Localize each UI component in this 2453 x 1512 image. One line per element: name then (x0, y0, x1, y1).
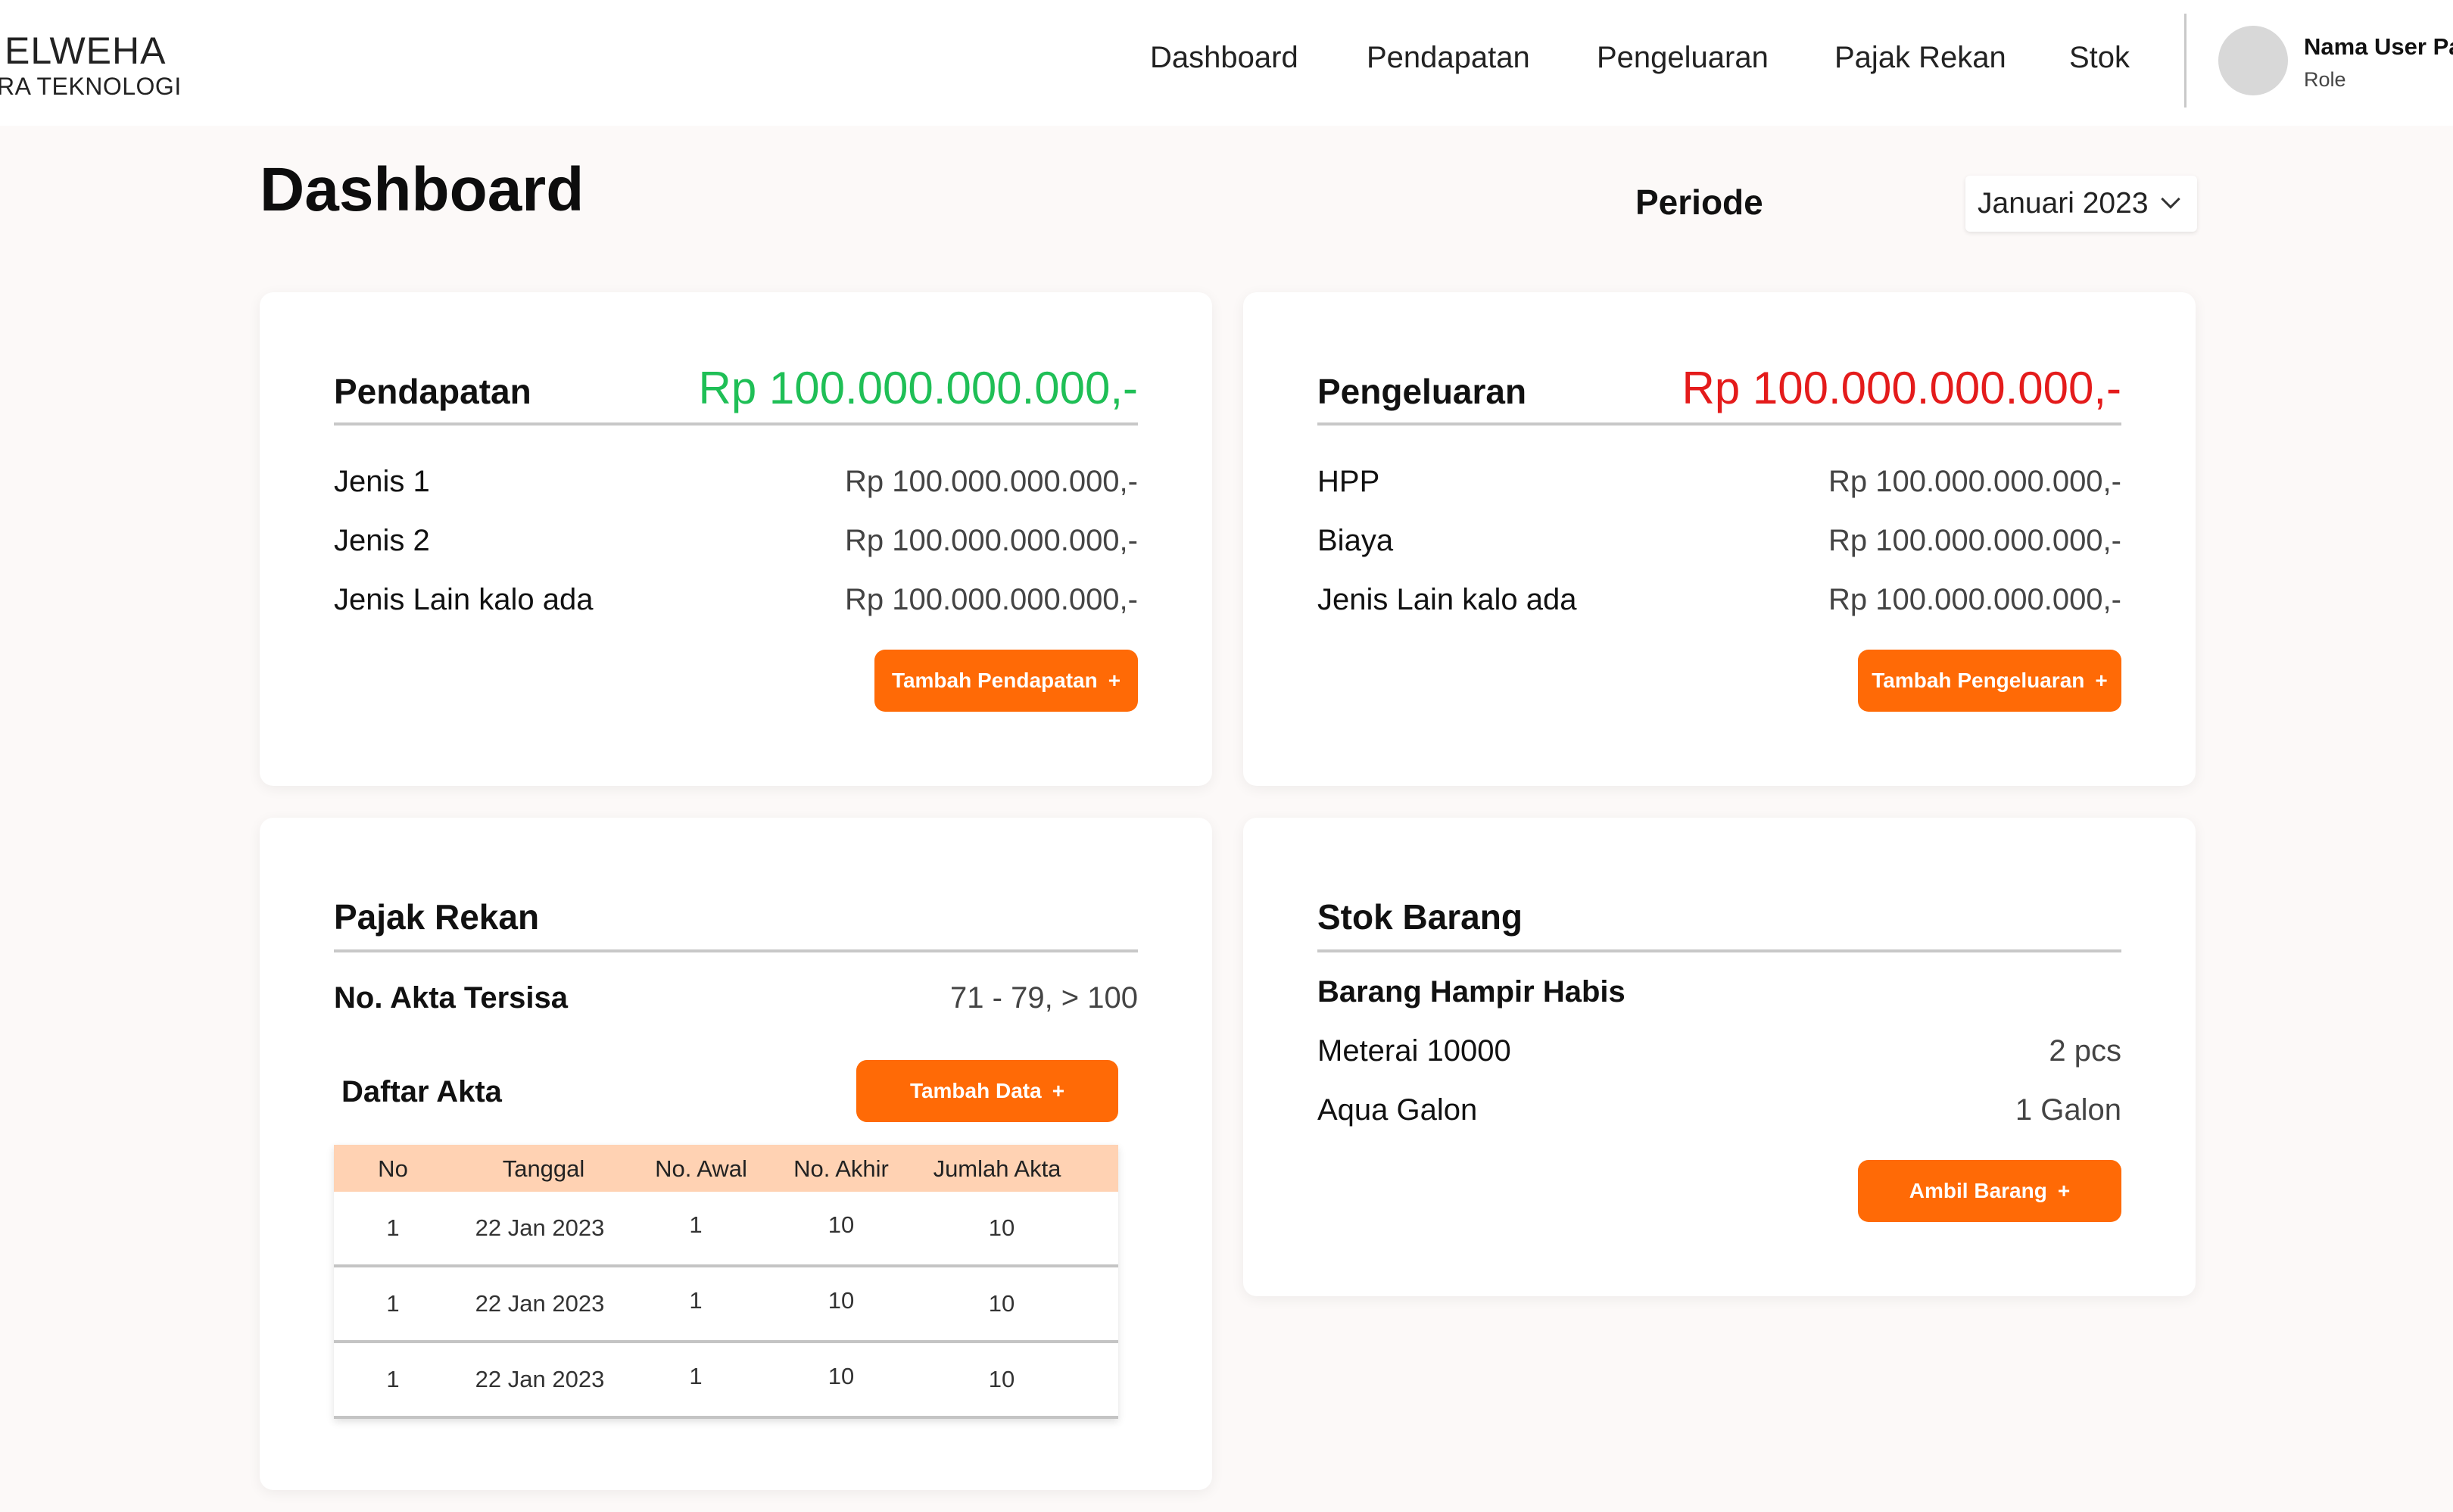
brand-name: ELWEHA (5, 30, 167, 72)
table-cell: 10 (828, 1287, 855, 1314)
pendapatan-header: Pendapatan Rp 100.000.000.000,- (334, 363, 1138, 426)
table-cell: 1 (689, 1363, 703, 1389)
table-cell: 22 Jan 2023 (475, 1214, 605, 1241)
table-cell: 1 (386, 1290, 400, 1317)
daftar-akta-title: Daftar Akta (341, 1075, 502, 1108)
stok-row: Meterai 10000 2 pcs (1317, 1034, 2121, 1080)
row-label: Jenis Lain kalo ada (1317, 583, 1577, 616)
row-label: Aqua Galon (1317, 1093, 1478, 1127)
nav-item-stok[interactable]: Stok (2069, 41, 2130, 75)
table-cell: 22 Jan 2023 (475, 1290, 605, 1317)
column-header: No. Awal (655, 1155, 747, 1182)
pendapatan-row: Jenis 2 Rp 100.000.000.000,- (334, 524, 1138, 569)
table-cell: 10 (988, 1290, 1015, 1317)
button-label: Tambah Pendapatan (891, 669, 1098, 692)
button-label: Ambil Barang (1909, 1179, 2047, 1202)
page-title: Dashboard (260, 155, 584, 224)
row-value: Rp 100.000.000.000,- (1828, 465, 2121, 498)
table-cell: 10 (988, 1214, 1015, 1241)
akta-tersisa-row: No. Akta Tersisa 71 - 79, > 100 (334, 981, 1138, 1027)
button-label: Tambah Pengeluaran (1872, 669, 2085, 692)
pendapatan-card: Pendapatan Rp 100.000.000.000,- Jenis 1 … (260, 292, 1212, 786)
daftar-akta-table: No Tanggal No. Awal No. Akhir Jumlah Akt… (334, 1145, 1118, 1419)
pendapatan-title: Pendapatan (334, 372, 531, 411)
row-label: Jenis 2 (334, 524, 430, 557)
pajak-rekan-card: Pajak Rekan No. Akta Tersisa 71 - 79, > … (260, 818, 1212, 1490)
pengeluaran-title: Pengeluaran (1317, 372, 1527, 411)
avatar[interactable] (2218, 26, 2288, 95)
table-row[interactable]: 1 22 Jan 2023 1 10 10 (334, 1192, 1118, 1267)
stok-row: Aqua Galon 1 Galon (1317, 1093, 2121, 1139)
column-header: Tanggal (502, 1155, 585, 1182)
nav-divider (2184, 14, 2187, 108)
table-cell: 10 (828, 1363, 855, 1389)
plus-icon: + (1108, 669, 1121, 692)
user-name[interactable]: Nama User Pa (2304, 33, 2453, 61)
pengeluaran-row: Biaya Rp 100.000.000.000,- (1317, 524, 2121, 569)
column-header: Jumlah Akta (933, 1155, 1061, 1182)
periode-select[interactable]: Januari 2023 (1965, 176, 2197, 232)
plus-icon: + (2057, 1179, 2071, 1202)
table-cell: 1 (689, 1211, 703, 1238)
pengeluaran-row: HPP Rp 100.000.000.000,- (1317, 465, 2121, 510)
column-header: No (378, 1155, 408, 1182)
pendapatan-total: Rp 100.000.000.000,- (698, 363, 1138, 413)
nav-item-pendapatan[interactable]: Pendapatan (1367, 41, 1530, 75)
stok-barang-card: Stok Barang Barang Hampir Habis Meterai … (1243, 818, 2196, 1296)
tambah-pendapatan-button[interactable]: Tambah Pendapatan + (874, 650, 1138, 712)
row-value: Rp 100.000.000.000,- (845, 465, 1138, 498)
table-row[interactable]: 1 22 Jan 2023 1 10 10 (334, 1343, 1118, 1419)
nav-item-dashboard[interactable]: Dashboard (1150, 41, 1298, 75)
chevron-down-icon (2161, 189, 2180, 209)
periode-label: Periode (1635, 182, 1763, 222)
user-role: Role (2304, 68, 2346, 91)
pengeluaran-row: Jenis Lain kalo ada Rp 100.000.000.000,- (1317, 583, 2121, 628)
row-value: 2 pcs (2049, 1034, 2121, 1068)
brand-tagline: RA TEKNOLOGI (0, 73, 182, 100)
row-label: Jenis Lain kalo ada (334, 583, 594, 616)
nav-item-pengeluaran[interactable]: Pengeluaran (1597, 41, 1769, 75)
pendapatan-row: Jenis Lain kalo ada Rp 100.000.000.000,- (334, 583, 1138, 628)
stok-header: Stok Barang (1317, 890, 2121, 952)
table-cell: 22 Jan 2023 (475, 1366, 605, 1392)
tambah-pengeluaran-button[interactable]: Tambah Pengeluaran + (1858, 650, 2121, 712)
pengeluaran-header: Pengeluaran Rp 100.000.000.000,- (1317, 363, 2121, 426)
plus-icon: + (2095, 669, 2108, 692)
row-value: 1 Galon (2015, 1093, 2121, 1127)
plus-icon: + (1052, 1079, 1065, 1102)
barang-hampir-habis-label: Barang Hampir Habis (1317, 975, 1625, 1009)
row-value: Rp 100.000.000.000,- (845, 524, 1138, 557)
pengeluaran-card: Pengeluaran Rp 100.000.000.000,- HPP Rp … (1243, 292, 2196, 786)
table-cell: 10 (828, 1211, 855, 1238)
row-label: Meterai 10000 (1317, 1034, 1511, 1068)
akta-tersisa-label: No. Akta Tersisa (334, 981, 569, 1015)
row-label: Jenis 1 (334, 465, 430, 498)
table-row[interactable]: 1 22 Jan 2023 1 10 10 (334, 1267, 1118, 1343)
column-header: No. Akhir (793, 1155, 889, 1182)
stok-title: Stok Barang (1317, 897, 1523, 937)
pengeluaran-total: Rp 100.000.000.000,- (1682, 363, 2121, 413)
row-label: Biaya (1317, 524, 1394, 557)
top-navbar: ELWEHA RA TEKNOLOGI Dashboard Pendapatan… (0, 0, 2453, 126)
table-cell: 10 (988, 1366, 1015, 1392)
row-value: Rp 100.000.000.000,- (1828, 583, 2121, 616)
pendapatan-row: Jenis 1 Rp 100.000.000.000,- (334, 465, 1138, 510)
tambah-data-button[interactable]: Tambah Data + (856, 1060, 1118, 1122)
row-value: Rp 100.000.000.000,- (845, 583, 1138, 616)
akta-tersisa-value: 71 - 79, > 100 (950, 981, 1138, 1015)
periode-value: Januari 2023 (1978, 187, 2149, 220)
row-value: Rp 100.000.000.000,- (1828, 524, 2121, 557)
button-label: Tambah Data (909, 1079, 1042, 1102)
ambil-barang-button[interactable]: Ambil Barang + (1858, 1160, 2121, 1222)
table-cell: 1 (386, 1366, 400, 1392)
table-header: No Tanggal No. Awal No. Akhir Jumlah Akt… (334, 1145, 1118, 1192)
row-label: HPP (1317, 465, 1380, 498)
pajak-rekan-title: Pajak Rekan (334, 897, 540, 937)
nav-item-pajak-rekan[interactable]: Pajak Rekan (1834, 41, 2006, 75)
table-cell: 1 (386, 1214, 400, 1241)
table-cell: 1 (689, 1287, 703, 1314)
pajak-rekan-header: Pajak Rekan (334, 890, 1138, 952)
